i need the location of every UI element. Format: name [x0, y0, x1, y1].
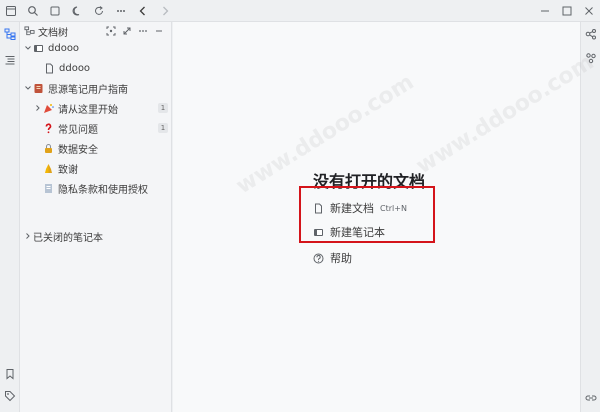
tree-item-thanks[interactable]: 致谢: [20, 158, 172, 178]
closed-notebooks[interactable]: 已关闭的笔记本: [20, 226, 172, 246]
graph-icon[interactable]: [585, 28, 597, 40]
notebook-user-guide[interactable]: 思源笔记用户指南: [20, 78, 172, 98]
left-dock: [0, 22, 20, 412]
document-icon: [44, 63, 55, 74]
document-icon: [43, 183, 54, 194]
tree-item-start-here[interactable]: 请从这里开始 1: [20, 98, 172, 118]
notebook-label: ddooo: [48, 42, 80, 54]
forward-icon[interactable]: [154, 0, 176, 22]
notebook-label: 思源笔记用户指南: [48, 84, 128, 96]
tree-item-label: 请从这里开始: [58, 104, 118, 116]
expand-right-icon[interactable]: [33, 103, 43, 113]
tree-item-label: 常见问题: [58, 124, 98, 136]
expand-right-icon[interactable]: [23, 231, 33, 241]
praying-hands-icon: [43, 163, 54, 174]
document-label: ddooo: [59, 62, 91, 74]
maximize-icon[interactable]: [556, 0, 578, 22]
notebook-icon: [33, 43, 44, 54]
help-label: 帮助: [330, 252, 352, 265]
help-icon: [313, 253, 324, 264]
tree-item-label: 数据安全: [58, 144, 98, 156]
editor-empty-state: www.ddooo.com www.ddooo.com 没有打开的文档 新建文档…: [173, 22, 598, 412]
tree-item-data-security[interactable]: 数据安全: [20, 138, 172, 158]
bookmark-icon[interactable]: [4, 368, 16, 380]
square-icon[interactable]: [44, 0, 66, 22]
watermark: www.ddooo.com: [411, 49, 599, 180]
file-tree-header-icon: [24, 25, 35, 37]
tag-icon[interactable]: [4, 390, 16, 402]
party-popper-icon: [43, 103, 54, 114]
closed-notebooks-label: 已关闭的笔记本: [33, 232, 103, 244]
document-ddooo[interactable]: ddooo: [20, 58, 172, 78]
backlink-icon[interactable]: [585, 392, 597, 404]
search-icon[interactable]: [22, 0, 44, 22]
right-dock: [580, 22, 600, 412]
question-mark-icon: [43, 122, 54, 134]
count-badge: 1: [158, 123, 168, 133]
file-tree-icon[interactable]: [4, 28, 16, 40]
lock-key-icon: [43, 143, 54, 154]
highlight-box: [299, 186, 435, 243]
moon-icon[interactable]: [66, 0, 88, 22]
panel-more-icon[interactable]: [135, 23, 151, 39]
count-badge: 1: [158, 103, 168, 113]
tree-item-privacy[interactable]: 隐私条款和使用授权: [20, 178, 172, 198]
collapse-all-icon[interactable]: [119, 23, 135, 39]
app-menu-icon[interactable]: [0, 0, 22, 22]
back-icon[interactable]: [132, 0, 154, 22]
panel-minimize-icon[interactable]: [151, 23, 167, 39]
sync-icon[interactable]: [88, 0, 110, 22]
panel-title: 文档树: [38, 27, 68, 39]
outline-icon[interactable]: [4, 54, 16, 66]
close-icon[interactable]: [578, 0, 600, 22]
tree-item-label: 致谢: [58, 164, 78, 176]
top-toolbar: [0, 0, 600, 22]
more-icon[interactable]: [110, 0, 132, 22]
global-graph-icon[interactable]: [585, 52, 597, 64]
help-button[interactable]: 帮助: [313, 250, 352, 266]
guide-book-icon: [33, 83, 44, 94]
file-tree-panel: 文档树 ddooo ddooo 思源笔记用户指南 请从这里开始 1 常见问题 1…: [20, 22, 172, 412]
focus-icon[interactable]: [103, 23, 119, 39]
notebook-ddooo[interactable]: ddooo: [20, 38, 172, 58]
expand-icon[interactable]: [23, 83, 33, 93]
expand-icon[interactable]: [23, 43, 33, 53]
minimize-icon[interactable]: [534, 0, 556, 22]
tree-item-label: 隐私条款和使用授权: [58, 184, 148, 196]
tree-item-faq[interactable]: 常见问题 1: [20, 118, 172, 138]
